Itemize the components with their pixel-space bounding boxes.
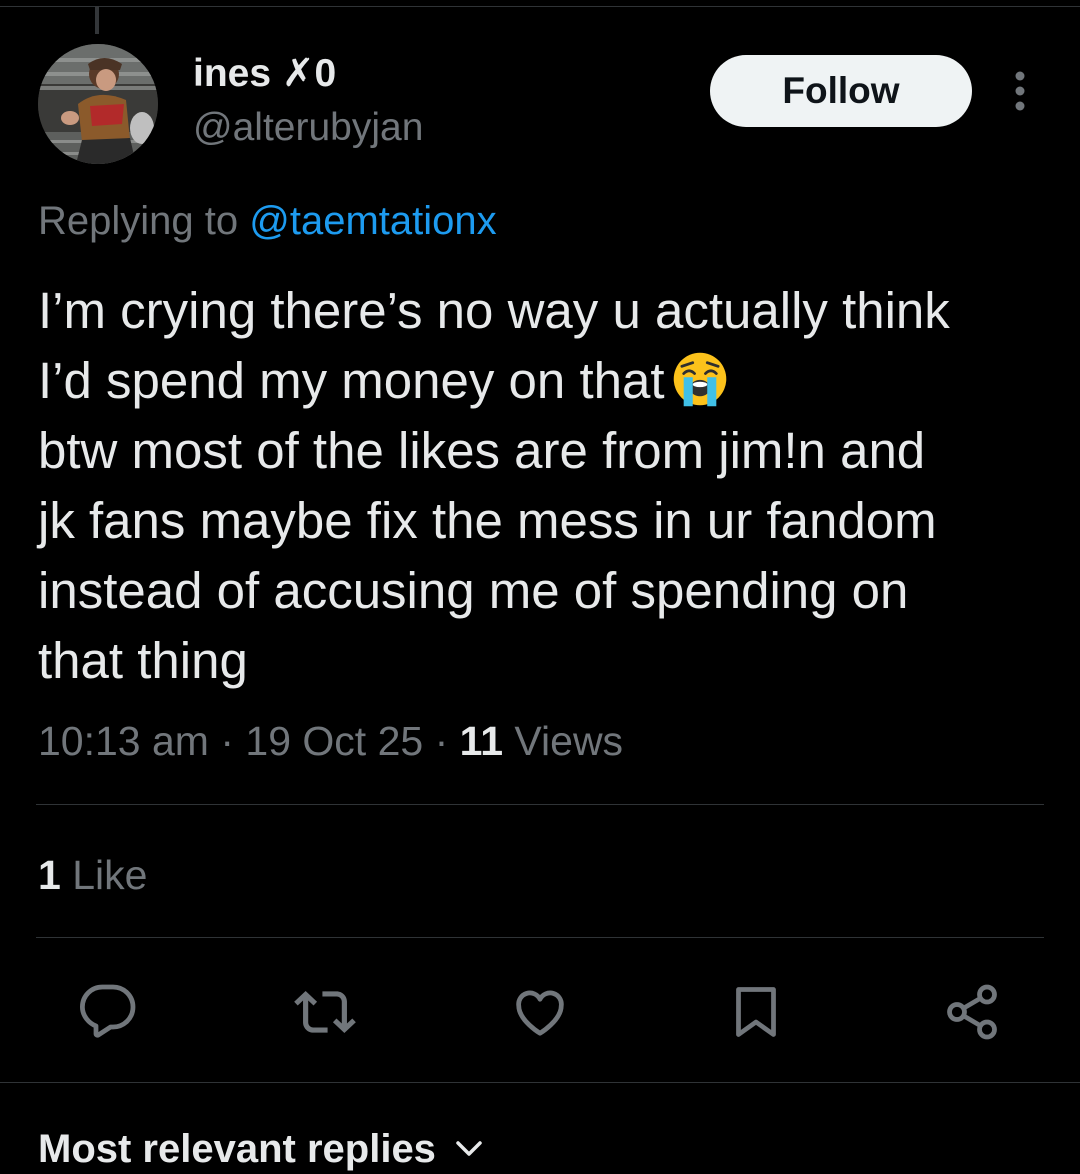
tweet-date[interactable]: 19 Oct 25 [245, 718, 423, 764]
divider [0, 1082, 1080, 1083]
follow-button[interactable]: Follow [710, 55, 972, 127]
meta-separator: · [434, 718, 449, 764]
retweet-button[interactable] [293, 980, 357, 1044]
tweet-text-line: btw most of the likes are from jim!n and [38, 422, 926, 479]
more-vertical-icon [1015, 71, 1025, 111]
author-handle[interactable]: @alterubyjan [193, 104, 423, 152]
reply-button[interactable] [76, 980, 140, 1044]
tweet-time[interactable]: 10:13 am [38, 718, 209, 764]
meta-separator: · [220, 718, 235, 764]
divider [36, 937, 1044, 938]
avatar[interactable] [38, 44, 158, 164]
tweet-metadata: 10:13 am · 19 Oct 25 · 11 Views [38, 716, 623, 766]
chevron-down-icon [454, 1139, 484, 1159]
views-count: 11 [459, 718, 504, 764]
likes-count: 1 [38, 852, 61, 898]
divider [36, 804, 1044, 805]
tweet-text: I’m crying there’s no way u actually thi… [38, 276, 1048, 696]
more-options-button[interactable] [1000, 68, 1040, 114]
thread-connector-line [95, 6, 99, 34]
replying-to-mention-link[interactable]: @taemtationx [249, 199, 496, 243]
tweet-text-line: I’d spend my money on that [38, 352, 665, 409]
views-label: Views [514, 718, 624, 764]
replies-sort-label: Most relevant replies [38, 1127, 436, 1171]
tweet-text-line: instead of accusing me of spending on [38, 562, 909, 619]
share-button[interactable] [940, 980, 1004, 1044]
reply-icon [80, 984, 136, 1038]
loudly-crying-face-emoji-icon [673, 352, 726, 407]
author-display-name[interactable]: ines ✗0 [193, 50, 336, 98]
tweet-text-line: that thing [38, 632, 248, 689]
bookmark-button[interactable] [724, 980, 788, 1044]
tweet-text-line-with-emoji: I’d spend my money on that [38, 346, 1048, 416]
share-icon [947, 984, 997, 1040]
tweet-text-line: jk fans maybe fix the mess in ur fandom [38, 492, 937, 549]
replying-to-line: Replying to @taemtationx [38, 196, 497, 246]
like-button[interactable] [508, 980, 572, 1044]
tweet-text-line: I’m crying there’s no way u actually thi… [38, 282, 950, 339]
top-divider [0, 6, 1080, 7]
bookmark-icon [736, 987, 776, 1037]
likes-summary[interactable]: 1 Like [38, 850, 147, 900]
replying-prefix: Replying to [38, 199, 239, 243]
likes-label: Like [72, 852, 148, 898]
retweet-icon [294, 991, 356, 1033]
heart-icon [516, 990, 564, 1036]
replies-sort-dropdown[interactable]: Most relevant replies [38, 1124, 484, 1174]
